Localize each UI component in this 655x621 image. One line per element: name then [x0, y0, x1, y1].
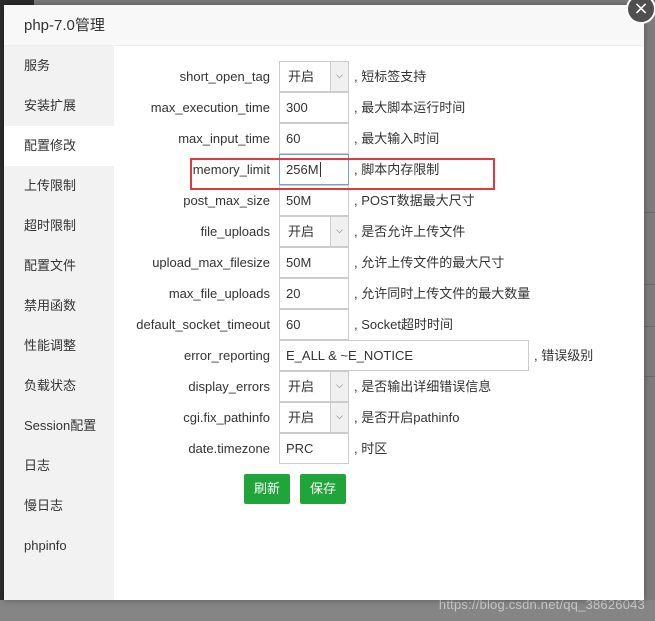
display-errors-select[interactable]: 开启 ⌵	[279, 371, 349, 402]
field-label: max_file_uploads	[168, 286, 270, 301]
sidebar-item-upload-limit[interactable]: 上传限制	[4, 166, 114, 206]
sidebar-item-config-file[interactable]: 配置文件	[4, 246, 114, 286]
field-label: max_execution_time	[150, 100, 270, 115]
form-row-display-errors: display_errors 开启 ⌵ , 是否输出详细错误信息	[114, 371, 644, 402]
field-description: , Socket超时时间	[354, 317, 453, 332]
sidebar-item-disabled-functions[interactable]: 禁用函数	[4, 286, 114, 326]
field-label: short_open_tag	[179, 69, 270, 84]
dialog-title: php-7.0管理	[4, 5, 644, 46]
max-input-time-input[interactable]: 60	[279, 123, 349, 154]
php-manage-dialog: php-7.0管理 服务 安装扩展 配置修改 上传限制 超时限制 配置文件 禁用…	[4, 5, 644, 600]
error-reporting-input[interactable]: E_ALL & ~E_NOTICE	[279, 340, 529, 371]
form-row-file-uploads: file_uploads 开启 ⌵ , 是否允许上传文件	[114, 216, 644, 247]
sidebar-item-load-status[interactable]: 负载状态	[4, 366, 114, 406]
background-divider	[644, 376, 655, 377]
close-icon[interactable]: ×	[626, 0, 655, 24]
form-row-date-timezone: date.timezone PRC , 时区	[114, 433, 644, 464]
background-divider	[644, 326, 655, 327]
form-row-error-reporting: error_reporting E_ALL & ~E_NOTICE , 错误级别	[114, 340, 644, 371]
sidebar-item-phpinfo[interactable]: phpinfo	[4, 526, 114, 566]
form-row-max-file-uploads: max_file_uploads 20 , 允许同时上传文件的最大数量	[114, 278, 644, 309]
select-value: 开启	[288, 224, 315, 239]
field-label: max_input_time	[178, 131, 270, 146]
sidebar-item-service[interactable]: 服务	[4, 46, 114, 86]
chevron-down-icon: ⌵	[330, 62, 348, 91]
sidebar-item-slow-log[interactable]: 慢日志	[4, 486, 114, 526]
save-button[interactable]: 保存	[300, 474, 347, 504]
max-file-uploads-input[interactable]: 20	[279, 278, 349, 309]
field-label: error_reporting	[184, 348, 270, 363]
select-value: 开启	[288, 69, 315, 84]
sidebar-item-log[interactable]: 日志	[4, 446, 114, 486]
chevron-down-icon: ⌵	[330, 217, 348, 246]
sidebar-item-timeout-limit[interactable]: 超时限制	[4, 206, 114, 246]
form-row-max-input-time: max_input_time 60 , 最大输入时间	[114, 123, 644, 154]
field-description: , 时区	[354, 441, 388, 456]
max-execution-time-input[interactable]: 300	[279, 92, 349, 123]
field-description: , 最大脚本运行时间	[354, 100, 466, 115]
field-label: date.timezone	[188, 441, 270, 456]
chevron-down-icon: ⌵	[330, 403, 348, 432]
date-timezone-input[interactable]: PRC	[279, 433, 349, 464]
sidebar: 服务 安装扩展 配置修改 上传限制 超时限制 配置文件 禁用函数 性能调整 负载…	[4, 46, 114, 600]
field-label: file_uploads	[200, 224, 270, 239]
config-form: short_open_tag 开启 ⌵ , 短标签支持 max_executio…	[114, 46, 644, 600]
background-divider	[644, 284, 655, 285]
form-row-default-socket-timeout: default_socket_timeout 60 , Socket超时时间	[114, 309, 644, 340]
form-row-max-execution-time: max_execution_time 300 , 最大脚本运行时间	[114, 92, 644, 123]
field-description: , 是否输出详细错误信息	[354, 379, 492, 394]
field-description: , 允许上传文件的最大尺寸	[354, 255, 505, 270]
field-label: upload_max_filesize	[152, 255, 270, 270]
field-description: , 是否开启pathinfo	[354, 410, 460, 425]
select-value: 开启	[288, 379, 315, 394]
chevron-down-icon: ⌵	[330, 372, 348, 401]
form-row-cgi-fix-pathinfo: cgi.fix_pathinfo 开启 ⌵ , 是否开启pathinfo	[114, 402, 644, 433]
short-open-tag-select[interactable]: 开启 ⌵	[279, 61, 349, 92]
cgi-fix-pathinfo-select[interactable]: 开启 ⌵	[279, 402, 349, 433]
file-uploads-select[interactable]: 开启 ⌵	[279, 216, 349, 247]
sidebar-item-config-edit[interactable]: 配置修改	[4, 126, 114, 166]
field-label: default_socket_timeout	[136, 317, 270, 332]
field-description: , 是否允许上传文件	[354, 224, 466, 239]
default-socket-timeout-input[interactable]: 60	[279, 309, 349, 340]
field-label: cgi.fix_pathinfo	[183, 410, 270, 425]
field-description: , 允许同时上传文件的最大数量	[354, 286, 531, 301]
field-description: , 错误级别	[534, 348, 594, 363]
form-row-upload-max-filesize: upload_max_filesize 50M , 允许上传文件的最大尺寸	[114, 247, 644, 278]
sidebar-item-session-config[interactable]: Session配置	[4, 406, 114, 446]
field-description: , 短标签支持	[354, 69, 427, 84]
form-row-short-open-tag: short_open_tag 开启 ⌵ , 短标签支持	[114, 61, 644, 92]
sidebar-item-performance[interactable]: 性能调整	[4, 326, 114, 366]
field-description: , 最大输入时间	[354, 131, 440, 146]
sidebar-item-install-extension[interactable]: 安装扩展	[4, 86, 114, 126]
background-divider	[644, 212, 655, 213]
select-value: 开启	[288, 410, 315, 425]
memory-limit-highlight-box	[190, 158, 495, 190]
refresh-button[interactable]: 刷新	[244, 474, 291, 504]
upload-max-filesize-input[interactable]: 50M	[279, 247, 349, 278]
field-label: display_errors	[188, 379, 270, 394]
